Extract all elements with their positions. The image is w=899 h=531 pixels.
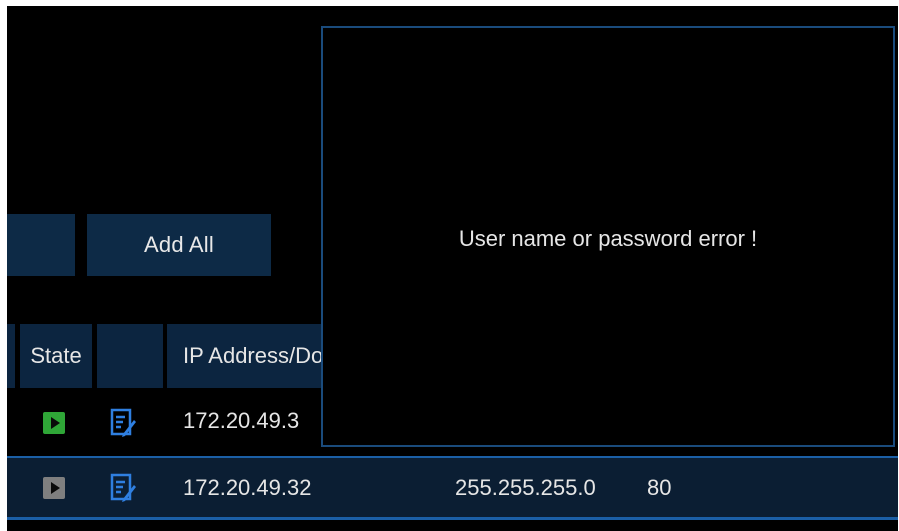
table-row-selected[interactable]: 172.20.49.32 255.255.255.0 80 [7, 456, 898, 520]
column-header-state: State [20, 324, 92, 388]
subnet-mask: 255.255.255.0 [455, 475, 596, 500]
edit-icon[interactable] [110, 473, 136, 503]
nvr-screen: Add All State IP Address/Domain 172.20.4… [7, 6, 898, 531]
column-header-edit [97, 324, 163, 388]
edit-icon[interactable] [110, 408, 136, 438]
add-all-button[interactable]: Add All [87, 214, 271, 276]
table-header-edge [7, 324, 15, 388]
error-dialog: User name or password error ! [321, 26, 895, 447]
error-message: User name or password error ! [458, 226, 758, 251]
port: 80 [647, 475, 672, 500]
ip-address: 172.20.49.32 [183, 475, 312, 500]
play-state-icon[interactable] [43, 477, 65, 499]
toolbar-button-left[interactable] [7, 214, 75, 276]
ip-address: 172.20.49.3 [183, 408, 300, 433]
play-state-icon[interactable] [43, 412, 65, 434]
